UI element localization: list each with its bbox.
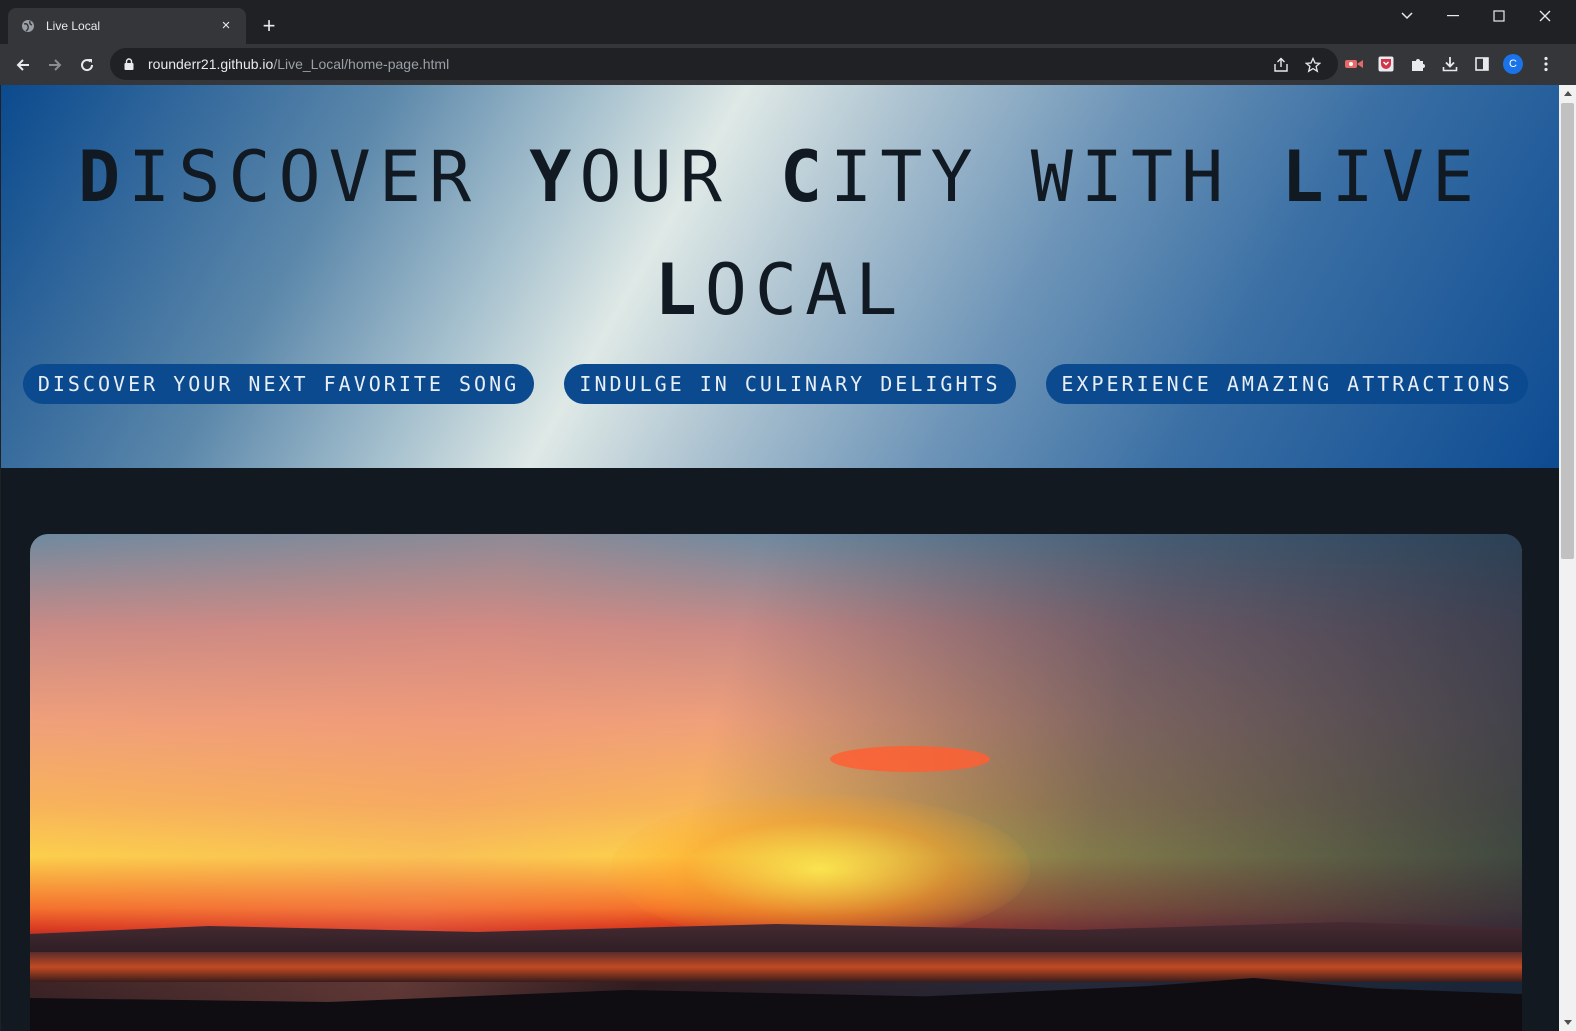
- url-path: /Live_Local/home-page.html: [273, 56, 450, 72]
- sunset-hero-image: [30, 534, 1522, 1031]
- puzzle-extensions-icon[interactable]: [1408, 54, 1428, 74]
- title-word: with: [1030, 136, 1282, 218]
- page-title: Discover Your City with Live Local: [1, 121, 1559, 347]
- globe-icon: [20, 18, 36, 34]
- nav-pill-attractions[interactable]: Experience Amazing Attractions: [1046, 364, 1528, 404]
- sun-glow: [610, 794, 1030, 944]
- hero-banner: Discover Your City with Live Local Disco…: [1, 85, 1559, 468]
- title-word: City: [780, 136, 1031, 218]
- title-word: Discover: [77, 136, 530, 218]
- browser-toolbar: rounderr21.github.io/Live_Local/home-pag…: [0, 44, 1576, 85]
- side-panel-icon[interactable]: [1472, 54, 1492, 74]
- pocket-icon[interactable]: [1376, 54, 1396, 74]
- red-cloud: [830, 746, 990, 772]
- kebab-menu-icon[interactable]: [1536, 54, 1556, 74]
- lock-icon[interactable]: [122, 57, 136, 71]
- title-word: Local: [654, 249, 906, 331]
- url-host: rounderr21.github.io: [148, 56, 274, 72]
- profile-avatar-icon[interactable]: C: [1503, 54, 1523, 74]
- bay-water: [30, 952, 1522, 982]
- browser-tab[interactable]: Live Local ×: [8, 8, 246, 44]
- profile-initial: C: [1509, 58, 1517, 70]
- scroll-up-arrow-icon[interactable]: [1559, 85, 1576, 102]
- share-icon[interactable]: [1272, 56, 1290, 74]
- minimize-icon[interactable]: [1430, 4, 1476, 28]
- nav-pill-row: Discover Your Next Favorite Song Indulge…: [1, 364, 1559, 404]
- tab-title: Live Local: [46, 19, 101, 33]
- new-tab-button[interactable]: +: [256, 14, 282, 40]
- browser-titlebar: Live Local × +: [0, 0, 1576, 44]
- back-arrow-icon[interactable]: [10, 52, 36, 78]
- extension-record-icon[interactable]: [1344, 54, 1364, 74]
- page-scrollbar[interactable]: [1559, 85, 1576, 1031]
- page-viewport: Discover Your City with Live Local Disco…: [1, 85, 1559, 1031]
- scroll-thumb[interactable]: [1561, 103, 1574, 559]
- nav-pill-music[interactable]: Discover Your Next Favorite Song: [23, 364, 534, 404]
- download-icon[interactable]: [1440, 54, 1460, 74]
- reload-icon[interactable]: [74, 52, 100, 78]
- scroll-down-arrow-icon[interactable]: [1559, 1014, 1576, 1031]
- maximize-icon[interactable]: [1476, 4, 1522, 28]
- close-tab-icon[interactable]: ×: [218, 18, 234, 34]
- title-word: Your: [529, 136, 780, 218]
- close-window-icon[interactable]: [1522, 4, 1568, 28]
- title-word: Live: [1281, 136, 1483, 218]
- address-bar[interactable]: rounderr21.github.io/Live_Local/home-pag…: [110, 48, 1338, 80]
- forward-arrow-icon[interactable]: [42, 52, 68, 78]
- bookmark-star-icon[interactable]: [1304, 56, 1322, 74]
- tab-search-icon[interactable]: [1384, 4, 1430, 28]
- nav-pill-food[interactable]: Indulge in Culinary Delights: [564, 364, 1016, 404]
